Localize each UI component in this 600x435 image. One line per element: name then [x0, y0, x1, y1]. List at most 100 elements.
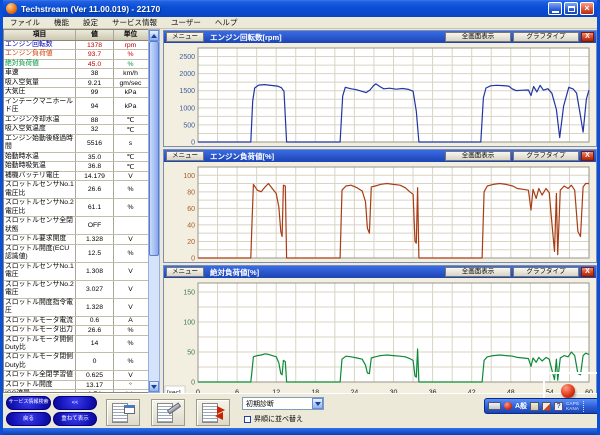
ime-mode-button[interactable]: A般: [515, 401, 527, 411]
svg-text:2500: 2500: [179, 54, 195, 61]
table-row[interactable]: スロットル全閉学習値0.625V: [4, 371, 148, 380]
svg-text:50: 50: [187, 350, 195, 357]
parameter-name: スロットルモータ電流: [4, 317, 76, 325]
compare-data-icon[interactable]: [196, 399, 230, 426]
record-data-icon[interactable]: [151, 399, 185, 426]
minimize-button[interactable]: [548, 2, 562, 15]
overlay-display-button[interactable]: 重ねて表示: [53, 412, 97, 426]
parameter-name: スロットル開度(ECU認識値): [4, 245, 76, 262]
scroll-up-button[interactable]: [149, 30, 159, 41]
chart-header: メニュー エンジン回転数[rpm] 全画面表示 グラフタイプ X: [164, 31, 596, 43]
table-row[interactable]: スロットルモータ電流0.6A: [4, 317, 148, 326]
parameter-name: スロットル要求開度: [4, 235, 76, 243]
ime-language-bar[interactable]: A般 ? CAPS KANA: [484, 398, 600, 414]
table-row[interactable]: スロットルセンサNo.1電圧比26.6%: [4, 181, 148, 199]
fullscreen-button[interactable]: 全画面表示: [445, 32, 511, 42]
title-bar[interactable]: Techstream (Ver 11.00.019) - 22170 ×: [3, 0, 597, 17]
table-row[interactable]: スロットル要求開度1.328V: [4, 235, 148, 244]
ime-status-icon[interactable]: [504, 402, 512, 410]
parameter-name: 吸入空気温度: [4, 125, 76, 133]
graph-type-button[interactable]: グラフタイプ: [513, 151, 579, 161]
checkbox-box[interactable]: [244, 416, 251, 423]
menu-item-0[interactable]: ファイル: [3, 16, 47, 29]
table-row[interactable]: 始動時水温35.0℃: [4, 153, 148, 162]
app-icon: [6, 3, 17, 14]
table-row[interactable]: エンジン冷却水温88℃: [4, 116, 148, 125]
table-row[interactable]: 吸入空気温度32℃: [4, 125, 148, 134]
table-row[interactable]: 絶対負荷値45.0%: [4, 60, 148, 69]
parameter-value: 5516: [76, 135, 114, 152]
parameter-unit: A: [114, 317, 147, 325]
chart-menu-button[interactable]: メニュー: [166, 151, 204, 161]
chart-menu-button[interactable]: メニュー: [166, 32, 204, 42]
chart-menu-button[interactable]: メニュー: [166, 267, 204, 277]
table-row[interactable]: 吸入空気量9.21gm/sec: [4, 79, 148, 88]
previous-page-button[interactable]: <<: [53, 396, 97, 410]
menu-item-2[interactable]: 設定: [76, 16, 105, 29]
close-button[interactable]: ×: [580, 2, 594, 15]
scrollbar-thumb[interactable]: [149, 41, 159, 256]
table-row[interactable]: スロットルモータ開側Duty比14%: [4, 336, 148, 354]
svg-text:20: 20: [187, 239, 195, 246]
table-row[interactable]: 大気圧99kPa: [4, 88, 148, 97]
menu-item-5[interactable]: ヘルプ: [208, 16, 245, 29]
parameter-name: エンジン負荷値: [4, 50, 76, 58]
scroll-down-button[interactable]: [149, 381, 159, 392]
parameter-value: 45.0: [76, 60, 114, 68]
ime-tools-icon[interactable]: [530, 402, 539, 411]
svg-text:80: 80: [187, 189, 195, 196]
scrollbar-track[interactable]: [149, 41, 159, 381]
dropdown-arrow-button[interactable]: [312, 398, 323, 409]
table-row[interactable]: スロットルセンサNo.2電圧比61.1%: [4, 199, 148, 217]
table-row[interactable]: スロットルモータ出力26.6%: [4, 326, 148, 335]
service-info-search-button[interactable]: サービス情報検索: [6, 396, 51, 410]
parameter-name: 絶対負荷値: [4, 60, 76, 68]
menu-item-1[interactable]: 機能: [47, 16, 76, 29]
menu-item-4[interactable]: ユーザー: [164, 16, 208, 29]
table-row[interactable]: エンジン負荷値93.7%: [4, 50, 148, 59]
table-row[interactable]: スロットルセンサNo.2電圧3.027V: [4, 281, 148, 299]
parameter-unit: %: [114, 181, 147, 198]
table-row[interactable]: インテークマニホールド圧94kPa: [4, 98, 148, 116]
chart-close-button[interactable]: X: [581, 32, 594, 42]
table-row[interactable]: 始動時吸気温36.8℃: [4, 162, 148, 171]
chart-close-button[interactable]: X: [581, 267, 594, 277]
table-row[interactable]: スロットル開度13.17°: [4, 381, 148, 390]
chart-title: エンジン負荷値[%]: [210, 151, 443, 162]
parameter-name: スロットルセンサNo.2電圧比: [4, 199, 76, 216]
table-row[interactable]: スロットルセンサ全閉状態OFF: [4, 217, 148, 235]
table-row[interactable]: スロットル開度指令電圧1.328V: [4, 299, 148, 317]
parameter-value: 0.625: [76, 371, 114, 379]
chart-panel-engine-speed: メニュー エンジン回転数[rpm] 全画面表示 グラフタイプ X 2500200…: [163, 30, 597, 147]
table-scrollbar[interactable]: [148, 29, 160, 393]
table-row[interactable]: エンジン始動後経過時間5516s: [4, 135, 148, 153]
parameter-unit: V: [114, 371, 147, 379]
ime-help-icon[interactable]: ?: [554, 402, 563, 411]
diagnosis-mode-dropdown[interactable]: 初期診断: [242, 397, 324, 410]
sort-ascending-checkbox[interactable]: 昇順に並べ替え: [244, 414, 324, 424]
graph-type-button[interactable]: グラフタイプ: [513, 267, 579, 277]
datalist-view-icon[interactable]: [106, 399, 140, 426]
keyboard-icon[interactable]: [488, 402, 501, 410]
table-row[interactable]: スロットル開度(ECU認識値)12.5%: [4, 245, 148, 263]
back-button[interactable]: 戻る: [6, 412, 51, 426]
table-row[interactable]: スロットルセンサNo.1電圧1.308V: [4, 263, 148, 281]
fullscreen-button[interactable]: 全画面表示: [445, 267, 511, 277]
table-row[interactable]: 補機バッテリ電圧14.179V: [4, 172, 148, 181]
menu-bar: ファイル機能設定サービス情報ユーザーヘルプ: [3, 17, 597, 29]
table-row[interactable]: スロットルモータ閉側Duty比0%: [4, 353, 148, 371]
fullscreen-button[interactable]: 全画面表示: [445, 151, 511, 161]
parameter-value: 38: [76, 69, 114, 77]
parameter-value: 94: [76, 98, 114, 115]
chart-close-button[interactable]: X: [581, 151, 594, 161]
ime-options-icon[interactable]: [583, 401, 588, 412]
parameter-value: 0: [76, 353, 114, 370]
column-header-unit: 単位: [114, 30, 147, 40]
parameter-unit: V: [114, 235, 147, 243]
graph-type-button[interactable]: グラフタイプ: [513, 32, 579, 42]
maximize-button[interactable]: [564, 2, 578, 15]
parameter-name: スロットルセンサNo.1電圧比: [4, 181, 76, 198]
table-row[interactable]: 車速38km/h: [4, 69, 148, 78]
ime-pad-icon[interactable]: [542, 402, 551, 411]
menu-item-3[interactable]: サービス情報: [105, 16, 164, 29]
